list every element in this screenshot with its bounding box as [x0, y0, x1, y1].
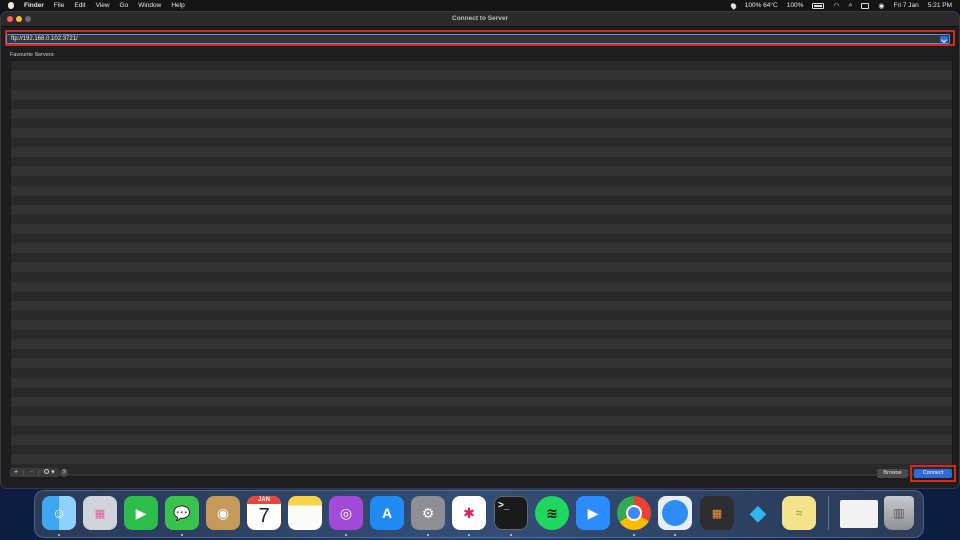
connect-button[interactable]: Connect: [914, 469, 952, 478]
stickies-icon[interactable]: ≈: [782, 496, 816, 530]
terminal-icon[interactable]: >_: [494, 496, 528, 530]
spotify-icon[interactable]: ≋: [535, 496, 569, 530]
temperature-icon[interactable]: [729, 1, 738, 10]
dock-separator: [828, 496, 829, 530]
running-indicator: [633, 534, 635, 536]
contacts-icon[interactable]: ◉: [206, 496, 240, 530]
running-indicator: [674, 534, 676, 536]
running-indicator: [181, 534, 183, 536]
menu-go[interactable]: Go: [120, 2, 129, 9]
menu-window[interactable]: Window: [138, 2, 161, 9]
recent-servers-dropdown-button[interactable]: [940, 36, 948, 43]
notes-icon[interactable]: [288, 496, 322, 530]
wifi-icon[interactable]: ◠: [833, 2, 839, 10]
add-favourite-button[interactable]: +: [12, 468, 20, 477]
help-button[interactable]: ?: [60, 469, 68, 477]
slack-icon[interactable]: ✱: [452, 496, 486, 530]
apple-menu-icon[interactable]: [8, 2, 14, 9]
title-bar[interactable]: Connect to Server: [1, 12, 959, 27]
action-menu-button[interactable]: ▾: [42, 468, 56, 477]
window-title: Connect to Server: [452, 15, 508, 22]
battery-icon[interactable]: [812, 2, 825, 9]
chrome-center-icon: [626, 505, 642, 521]
server-address-input[interactable]: ftp://192.168.0.102:3721/: [6, 34, 950, 44]
search-icon[interactable]: ⌕: [848, 2, 852, 10]
calculator-icon[interactable]: ▦: [700, 496, 734, 530]
battery-percent[interactable]: 100%: [787, 2, 804, 9]
divider: [23, 469, 25, 476]
action-icon: [44, 469, 50, 474]
favourite-servers-label: Favourite Servers:: [10, 52, 55, 58]
system-preferences-icon[interactable]: ⚙: [411, 496, 445, 530]
finder-icon[interactable]: ☺: [42, 496, 76, 530]
zoom-icon[interactable]: ▶: [576, 496, 610, 530]
server-address-value: ftp://192.168.0.102:3721/: [11, 36, 78, 42]
menu-help[interactable]: Help: [171, 2, 184, 9]
facetime-icon[interactable]: ▶: [124, 496, 158, 530]
siri-icon[interactable]: ◉: [878, 2, 884, 10]
control-center-icon[interactable]: [861, 2, 870, 9]
menu-bar: Finder File Edit View Go Window Help 100…: [0, 0, 960, 11]
browse-button[interactable]: Browse: [877, 469, 908, 478]
running-indicator: [345, 534, 347, 536]
connect-to-server-window: Connect to Server ftp://192.168.0.102:37…: [1, 12, 959, 488]
chrome-icon[interactable]: [617, 496, 651, 530]
list-controls: + − ▾: [10, 468, 59, 477]
menu-edit[interactable]: Edit: [74, 2, 85, 9]
favourite-servers-list[interactable]: [10, 60, 953, 477]
temperature-status[interactable]: 100% 64°C: [745, 2, 778, 9]
app-store-icon[interactable]: A: [370, 496, 404, 530]
running-indicator: [510, 534, 512, 536]
trash-icon[interactable]: ▥: [884, 496, 914, 530]
menubar-date[interactable]: Fri 7 Jan: [893, 2, 918, 9]
safari-compass-icon: [662, 500, 688, 526]
remove-favourite-button[interactable]: −: [27, 468, 35, 477]
podcasts-icon[interactable]: ◎: [329, 496, 363, 530]
running-indicator: [58, 534, 60, 536]
safari-icon[interactable]: [658, 496, 692, 530]
running-indicator: [468, 534, 470, 536]
calendar-day: 7: [258, 505, 270, 527]
menubar-time[interactable]: 5:21 PM: [928, 2, 952, 9]
calendar-month: JAN: [247, 496, 281, 504]
messages-icon[interactable]: 💬: [165, 496, 199, 530]
kodi-icon[interactable]: ◆: [741, 496, 775, 530]
menu-view[interactable]: View: [96, 2, 110, 9]
calendar-icon[interactable]: JAN 7: [247, 496, 281, 530]
divider: [38, 469, 40, 476]
menu-file[interactable]: File: [54, 2, 64, 9]
menu-app-name[interactable]: Finder: [24, 2, 44, 9]
running-indicator: [427, 534, 429, 536]
recent-document-icon[interactable]: [840, 500, 878, 528]
launchpad-icon[interactable]: ▦: [83, 496, 117, 530]
